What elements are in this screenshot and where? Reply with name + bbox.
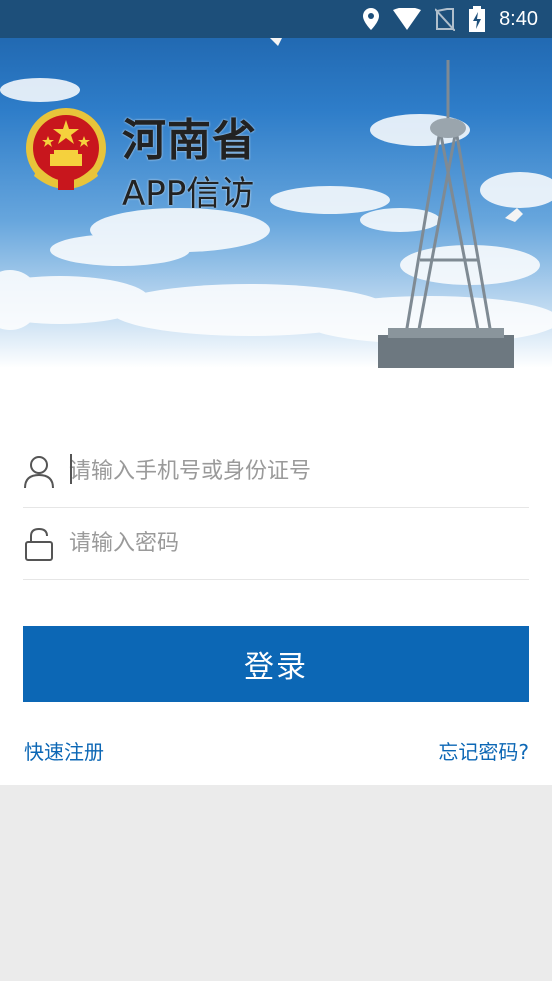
forgot-password-link[interactable]: 忘记密码? <box>438 736 529 765</box>
password-field <box>23 508 529 580</box>
phone-field <box>23 436 529 508</box>
status-bar: 8:40 <box>0 0 552 38</box>
national-emblem-icon <box>26 108 106 190</box>
register-link[interactable]: 快速注册 <box>24 736 104 765</box>
battery-charging-icon <box>469 6 486 32</box>
wifi-icon <box>393 8 422 30</box>
status-time: 8:40 <box>499 7 538 30</box>
hero-banner: 河南省 APP信访 <box>0 0 552 368</box>
password-input[interactable] <box>69 523 509 564</box>
location-icon <box>363 8 380 30</box>
login-form: 登录 快速注册 忘记密码? <box>0 368 552 785</box>
phone-input[interactable] <box>69 451 509 492</box>
empty-area <box>0 785 552 981</box>
app-title: 河南省 <box>122 115 257 166</box>
user-icon <box>24 455 54 488</box>
lock-icon <box>25 527 53 561</box>
app-subtitle: APP信访 <box>122 174 255 214</box>
text-cursor <box>70 454 72 484</box>
login-button[interactable]: 登录 <box>23 626 529 702</box>
no-sim-icon <box>435 8 456 31</box>
